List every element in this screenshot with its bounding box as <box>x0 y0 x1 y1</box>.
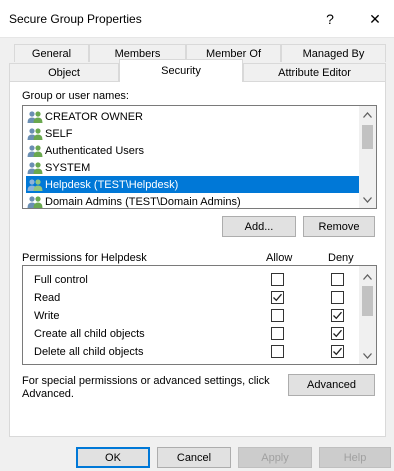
list-item-label: Domain Admins (TEST\Domain Admins) <box>45 195 241 208</box>
table-row: Write <box>23 307 359 325</box>
list-item[interactable]: Domain Admins (TEST\Domain Admins) <box>26 193 360 208</box>
remove-button[interactable]: Remove <box>303 216 375 237</box>
cancel-button[interactable]: Cancel <box>157 447 231 468</box>
special-text-line2: Advanced. <box>22 388 74 400</box>
window-title: Secure Group Properties <box>9 12 142 26</box>
user-list-scrollbar[interactable] <box>359 106 376 208</box>
user-group-icon <box>27 178 43 191</box>
list-item-label: CREATOR OWNER <box>45 110 143 123</box>
tab-general[interactable]: General <box>14 44 89 62</box>
allow-checkbox[interactable] <box>271 309 284 322</box>
table-row: Create all child objects <box>23 325 359 343</box>
permissions-title: Permissions for Helpdesk <box>22 252 147 264</box>
permission-name: Read <box>34 292 61 304</box>
list-item[interactable]: SELF <box>26 125 360 142</box>
allow-checkbox[interactable] <box>271 345 284 358</box>
list-item-label: SELF <box>45 127 73 140</box>
permissions-list[interactable]: Full control Read Write Create all child… <box>22 265 377 365</box>
permission-name: Delete all child objects <box>34 346 144 358</box>
chevron-up-icon[interactable] <box>359 268 376 285</box>
permission-name: Create all child objects <box>34 328 145 340</box>
title-bar: Secure Group Properties ? ✕ <box>0 0 394 38</box>
advanced-button[interactable]: Advanced <box>288 374 375 396</box>
close-icon[interactable]: ✕ <box>356 4 394 34</box>
tab-security[interactable]: Security <box>119 59 243 82</box>
tab-managed-by[interactable]: Managed By <box>281 44 386 62</box>
ok-button[interactable]: OK <box>76 447 150 468</box>
user-group-icon <box>27 195 43 208</box>
deny-checkbox[interactable] <box>331 345 344 358</box>
help-button[interactable]: Help <box>319 447 391 468</box>
user-group-icon <box>27 110 43 123</box>
user-group-icon <box>27 144 43 157</box>
user-group-icon <box>27 161 43 174</box>
allow-header: Allow <box>266 252 293 264</box>
list-item-label: Helpdesk (TEST\Helpdesk) <box>45 178 179 191</box>
list-item-label: Authenticated Users <box>45 144 145 157</box>
chevron-down-icon[interactable] <box>359 191 376 208</box>
scrollbar-thumb[interactable] <box>362 125 373 149</box>
table-row: Full control <box>23 271 359 289</box>
tab-label: Member Of <box>205 47 261 60</box>
table-row: Delete all child objects <box>23 343 359 361</box>
allow-checkbox[interactable] <box>271 273 284 286</box>
tab-label: Security <box>161 65 201 77</box>
allow-checkbox[interactable] <box>271 291 284 304</box>
special-permissions-text: For special permissions or advanced sett… <box>22 375 270 401</box>
user-list[interactable]: CREATOR OWNER SELF Authenticated Users S… <box>22 105 377 209</box>
list-item[interactable]: CREATOR OWNER <box>26 108 360 125</box>
chevron-up-icon[interactable] <box>359 106 376 123</box>
permission-name: Write <box>34 310 60 322</box>
checkmark-icon <box>333 329 342 338</box>
checkmark-icon <box>333 347 342 356</box>
checkmark-icon <box>273 293 282 302</box>
deny-checkbox[interactable] <box>331 309 344 322</box>
deny-header: Deny <box>328 252 354 264</box>
tab-label: Attribute Editor <box>278 66 351 79</box>
help-icon[interactable]: ? <box>311 4 349 34</box>
chevron-down-icon[interactable] <box>359 347 376 364</box>
tab-label: Members <box>114 47 161 60</box>
list-item[interactable]: SYSTEM <box>26 159 360 176</box>
add-button[interactable]: Add... <box>222 216 296 237</box>
apply-button[interactable]: Apply <box>238 447 312 468</box>
deny-checkbox[interactable] <box>331 327 344 340</box>
tab-label: Managed By <box>302 47 365 60</box>
tab-attribute-editor[interactable]: Attribute Editor <box>243 63 386 81</box>
tab-label: Object <box>48 66 80 79</box>
permissions-scrollbar[interactable] <box>359 266 376 364</box>
list-item-label: SYSTEM <box>45 161 91 174</box>
permission-name: Full control <box>34 274 88 286</box>
tab-label: General <box>31 47 72 60</box>
list-item[interactable]: Helpdesk (TEST\Helpdesk) <box>26 176 360 193</box>
special-text-line1: For special permissions or advanced sett… <box>22 375 270 387</box>
list-item[interactable]: Authenticated Users <box>26 142 360 159</box>
checkmark-icon <box>333 311 342 320</box>
scrollbar-thumb[interactable] <box>362 286 373 316</box>
allow-checkbox[interactable] <box>271 327 284 340</box>
deny-checkbox[interactable] <box>331 273 344 286</box>
tab-object[interactable]: Object <box>9 63 119 81</box>
user-group-icon <box>27 127 43 140</box>
group-user-names-label: Group or user names: <box>22 90 129 102</box>
table-row: Read <box>23 289 359 307</box>
deny-checkbox[interactable] <box>331 291 344 304</box>
